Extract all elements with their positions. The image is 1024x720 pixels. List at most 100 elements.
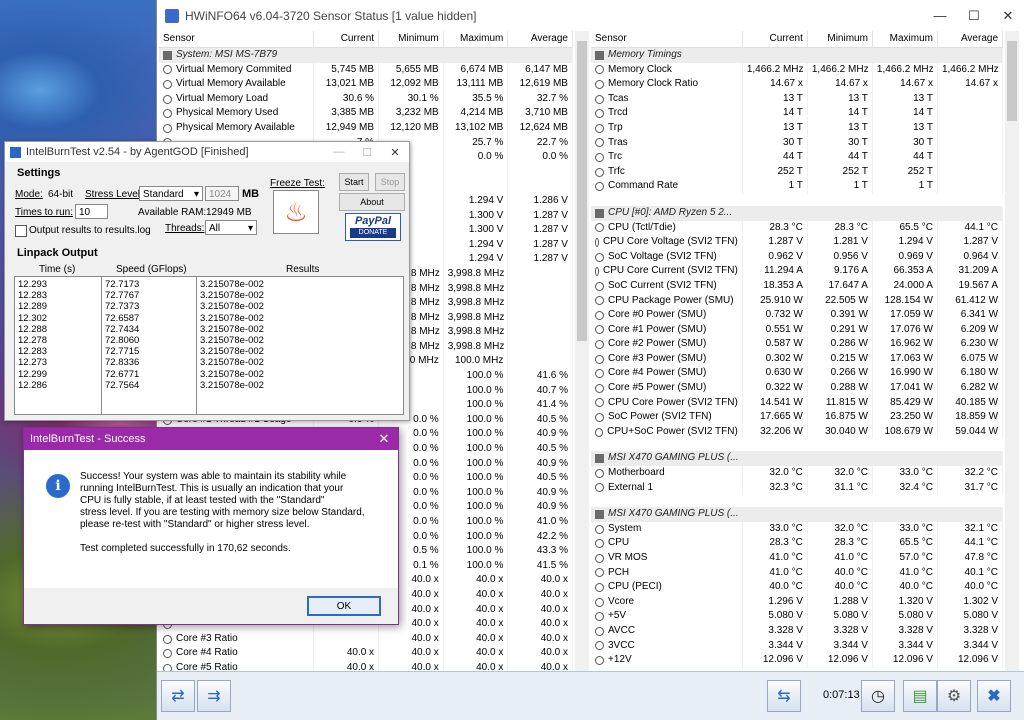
table-row[interactable]: Core #3 Ratio 40.0 x 40.0 x 40.0 x	[159, 631, 573, 647]
col-current[interactable]: Current	[743, 31, 808, 47]
table-row[interactable]	[591, 439, 1003, 451]
memory-size-field[interactable]: 1024	[205, 186, 239, 201]
table-row[interactable]: Core #4 Ratio 40.0 x 40.0 x 40.0 x 40.0 x	[159, 646, 573, 661]
col-maximum[interactable]: Maximum	[873, 31, 938, 47]
close-sensors-icon[interactable]: ✖	[977, 680, 1011, 712]
table-row[interactable]: Memory Clock Ratio 14.67 x 14.67 x 14.67 x1…	[591, 77, 1003, 92]
next-arrows-icon[interactable]: ⇉	[197, 680, 231, 712]
table-row[interactable]: Core #0 Power (SMU) 0.732 W 0.391 W 17.059 …	[591, 308, 1003, 323]
scrollbar-right[interactable]	[1005, 31, 1019, 672]
table-row[interactable]: Motherboard 32.0 °C 32.0 °C 33.0 °C 32.2 °C	[591, 466, 1003, 481]
table-row[interactable]: Trc 44 T 44 T 44 T	[591, 150, 1003, 165]
linpack-output-list[interactable]: 12.293 12.283 12.289 12.302 12.288 12.278 12.2…	[14, 276, 404, 415]
clock-icon[interactable]: ◷	[861, 680, 895, 712]
table-row[interactable]	[591, 495, 1003, 507]
ok-button[interactable]: OK	[307, 596, 381, 616]
table-row[interactable]: Core #1 Power (SMU) 0.551 W 0.291 W 17.076 …	[591, 322, 1003, 338]
table-row[interactable]: Core #5 Power (SMU) 0.322 W 0.288 W 17.041 …	[591, 381, 1003, 396]
sensor-group-row[interactable]: Memory Timings	[591, 48, 1003, 63]
table-row[interactable]: SoC Voltage (SVI2 TFN) 0.962 V 0.956 V 0.96…	[591, 249, 1003, 265]
table-row[interactable]: Virtual Memory Load 30.6 % 30.1 % 35.5 % 32.…	[159, 91, 573, 107]
table-row[interactable]: Core #4 Power (SMU) 0.630 W 0.266 W 16.990 …	[591, 366, 1003, 382]
col-average[interactable]: Average	[938, 31, 1003, 47]
table-row[interactable]: Core #3 Power (SMU) 0.302 W 0.215 W 17.063 …	[591, 351, 1003, 367]
table-row[interactable]: Tcas 13 T 13 T 13 T	[591, 91, 1003, 107]
scroll-thumb[interactable]	[577, 41, 587, 341]
col-sensor[interactable]: Sensor	[159, 31, 315, 47]
col-average[interactable]: Average	[508, 31, 573, 47]
table-row[interactable]: Vcore 1.296 V 1.288 V 1.320 V 1.302 V	[591, 594, 1003, 610]
about-button[interactable]: About	[339, 193, 405, 211]
sensor-value-max: 40.0 x	[444, 631, 509, 647]
table-row[interactable]: Physical Memory Available 12,949 MB 12,120…	[159, 120, 573, 136]
hwinfo-title-bar[interactable]: HWiNFO64 v6.04-3720 Sensor Status [1 val…	[157, 0, 1024, 31]
table-row[interactable]: PCH 41.0 °C 40.0 °C 41.0 °C 40.1 °C	[591, 565, 1003, 581]
add-report-icon[interactable]: ▤	[903, 680, 937, 712]
table-row[interactable]: Command Rate 1 T1 T1 T	[591, 179, 1003, 194]
minimize-icon[interactable]: —	[325, 146, 353, 158]
table-row[interactable]: AVCC 3.328 V 3.328 V 3.328 V 3.328 V	[591, 623, 1003, 639]
output-results-checkbox[interactable]	[15, 225, 27, 237]
table-row[interactable]: CPU Core Voltage (SVI2 TFN) 1.287 V 1.281 …	[591, 235, 1003, 250]
table-row[interactable]: Trfc 252 T 252 T 252 T	[591, 164, 1003, 180]
prev-arrows-icon[interactable]: ⇄	[161, 680, 195, 712]
col-minimum[interactable]: Minimum	[379, 31, 444, 47]
close-icon[interactable]: ✕	[381, 146, 409, 159]
table-row[interactable]: SoC Power (SVI2 TFN) 17.665 W 16.875 W 23.2…	[591, 410, 1003, 425]
table-row[interactable]: Trcd 14 T 14 T 14 T	[591, 106, 1003, 121]
sensor-group-row[interactable]: MSI X470 GAMING PLUS (...	[591, 451, 1003, 467]
table-row[interactable]: VR MOS 41.0 °C 41.0 °C 57.0 °C 47.8 °C	[591, 551, 1003, 566]
table-row[interactable]: Virtual Memory Commited 5,745 MB 5,655 MB 6…	[159, 62, 573, 78]
table-row[interactable]: Core #2 Power (SMU) 0.587 W 0.286 W 16.962 …	[591, 337, 1003, 352]
sensor-group-row[interactable]: System: MSI MS-7B79	[159, 48, 573, 63]
table-row[interactable]: CPU Core Current (SVI2 TFN) 11.294 A 9.176…	[591, 264, 1003, 279]
sensor-icon	[595, 582, 604, 592]
col-current[interactable]: Current	[314, 31, 380, 47]
table-row[interactable]	[591, 194, 1003, 206]
table-row[interactable]: External 1 32.3 °C 31.1 °C 32.4 °C 31.7 °C	[591, 480, 1003, 496]
table-row[interactable]: Tras 30 T 30 T 30 T	[591, 135, 1003, 151]
col-maximum[interactable]: Maximum	[444, 31, 509, 47]
col-minimum[interactable]: Minimum	[808, 31, 873, 47]
times-to-run-field[interactable]: 10	[75, 204, 108, 219]
table-row[interactable]: CPU Core Power (SVI2 TFN) 14.541 W 11.815 …	[591, 395, 1003, 411]
sensor-group-row[interactable]: MSI X470 GAMING PLUS (...	[591, 507, 1003, 522]
paypal-donate-button[interactable]: PayPal DONATE	[345, 213, 401, 241]
table-row[interactable]: +12V 12.096 V 12.096 V 12.096 V 12.096 V	[591, 653, 1003, 668]
stop-button[interactable]: Stop	[375, 173, 405, 191]
table-row[interactable]: SoC Current (SVI2 TFN) 18.353 A 17.647 A 24…	[591, 278, 1003, 294]
close-icon[interactable]: ✕	[991, 0, 1024, 31]
table-row[interactable]: CPU+SoC Power (SVI2 TFN) 32.206 W 30.040 W…	[591, 424, 1003, 440]
dialog-title-bar[interactable]: IntelBurnTest - Success ✕	[24, 428, 398, 450]
ibt-title-bar[interactable]: IntelBurnTest v2.54 - by AgentGOD [Finis…	[5, 142, 409, 162]
settings-gear-icon[interactable]: ⚙	[937, 680, 971, 712]
table-row[interactable]: Trp 13 T 13 T 13 T	[591, 120, 1003, 136]
table-row[interactable]: CPU (PECI) 40.0 °C 40.0 °C 40.0 °C 40.0 °C	[591, 580, 1003, 595]
table-row[interactable]: CPU (Tctl/Tdie) 28.3 °C 28.3 °C 65.5 °C 44.1…	[591, 220, 1003, 236]
table-row[interactable]: Physical Memory Used 3,385 MB 3,232 MB 4,21…	[159, 106, 573, 121]
table-row[interactable]: Memory Clock 1,466.2 MHz 1,466.2 MHz 1,466.…	[591, 62, 1003, 78]
sensor-name: CPU Core Voltage (SVI2 TFN)	[591, 235, 743, 250]
scrollbar-left[interactable]	[575, 31, 589, 672]
table-row[interactable]: +5V 5.080 V 5.080 V 5.080 V 5.080 V	[591, 609, 1003, 624]
table-row[interactable]: System 33.0 °C 32.0 °C 33.0 °C 32.1 °C	[591, 521, 1003, 537]
network-icon[interactable]: ⇆	[767, 680, 801, 712]
sensor-name: CPU Package Power (SMU)	[591, 293, 743, 309]
table-row[interactable]: 3VCC 3.344 V 3.344 V 3.344 V 3.344 V	[591, 638, 1003, 654]
table-row[interactable]: CPU 28.3 °C 28.3 °C 65.5 °C 44.1 °C	[591, 536, 1003, 551]
threads-select[interactable]: All ▾	[205, 220, 257, 235]
minimize-icon[interactable]: —	[923, 0, 957, 31]
sensor-group-row[interactable]: CPU [#0]: AMD Ryzen 5 2...	[591, 205, 1003, 221]
sensor-label: +5V	[608, 610, 627, 622]
flame-icon[interactable]: ♨	[273, 190, 319, 234]
scroll-thumb[interactable]	[1007, 41, 1017, 121]
sensor-value-cur: 0.551 W	[743, 322, 808, 338]
stress-level-select[interactable]: Standard ▾	[139, 186, 203, 201]
col-sensor[interactable]: Sensor	[591, 31, 743, 47]
close-icon[interactable]: ✕	[370, 431, 398, 447]
table-row[interactable]: Virtual Memory Available 13,021 MB 12,092 …	[159, 77, 573, 92]
maximize-icon[interactable]: ☐	[353, 146, 381, 159]
maximize-icon[interactable]: ☐	[957, 0, 991, 31]
table-row[interactable]: CPU Package Power (SMU) 25.910 W 22.505 W1…	[591, 293, 1003, 309]
start-button[interactable]: Start	[339, 173, 369, 191]
